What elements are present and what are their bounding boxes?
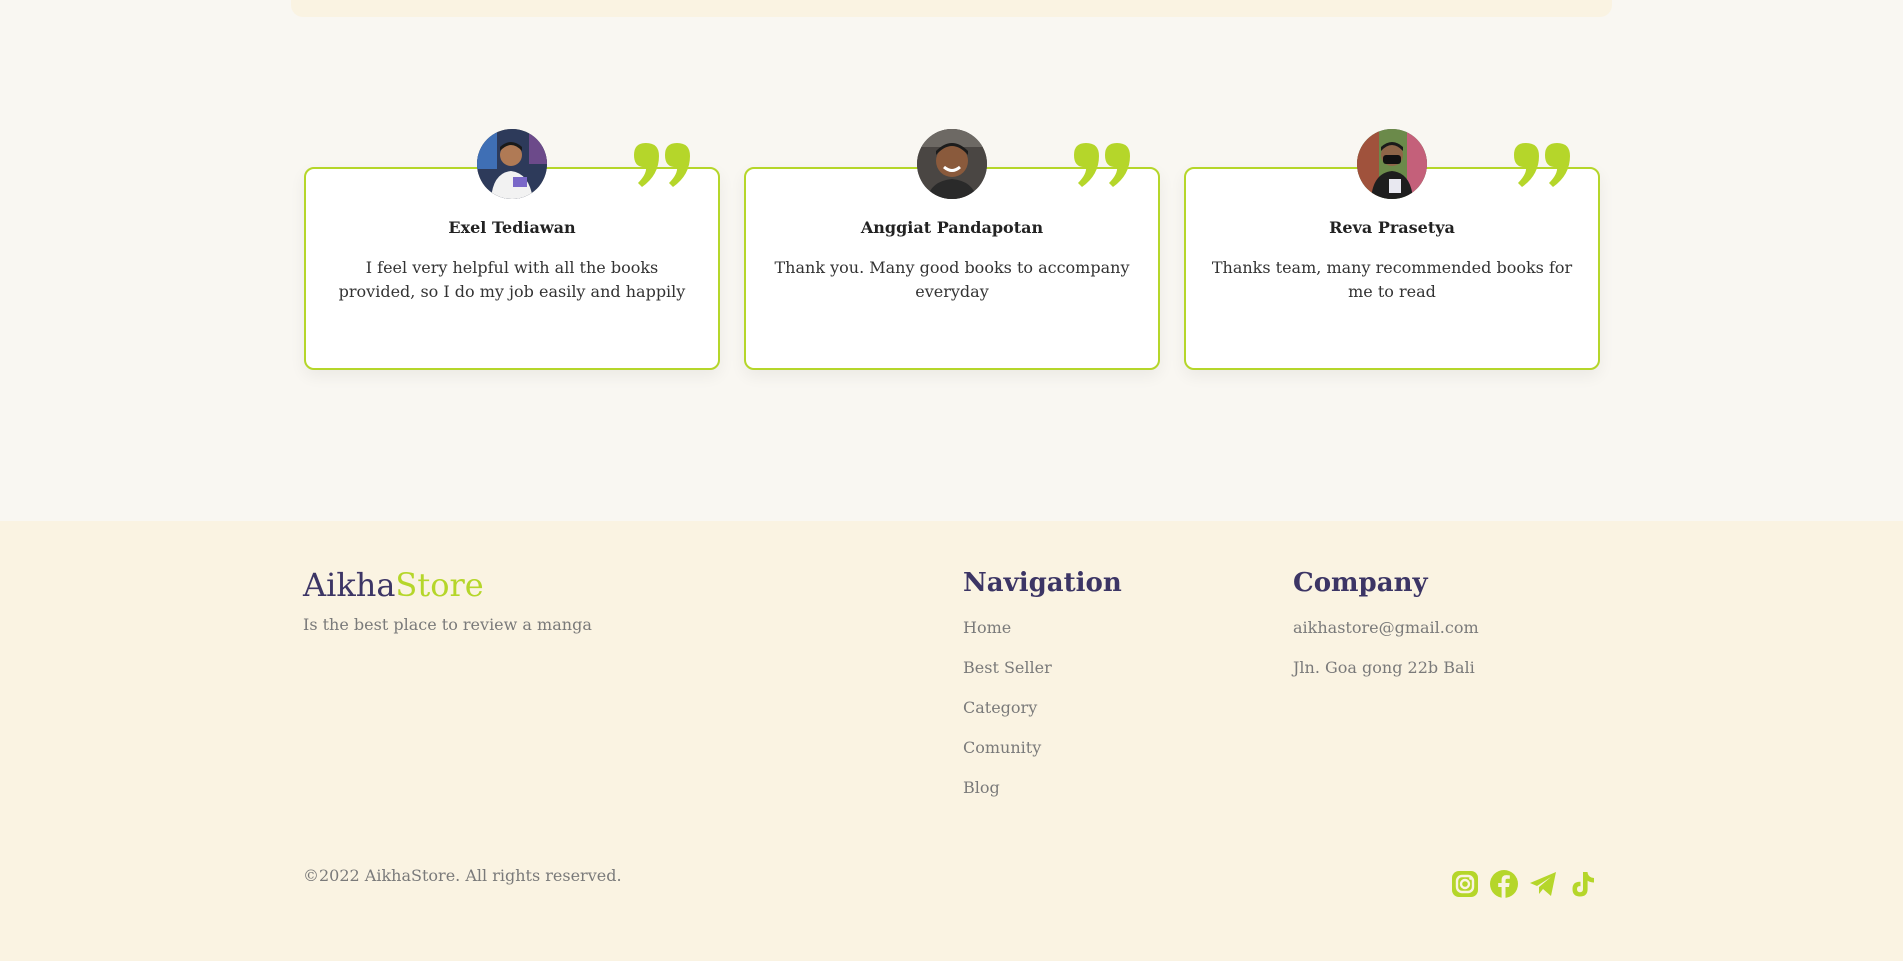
facebook-icon[interactable] bbox=[1489, 869, 1519, 899]
previous-section-edge bbox=[291, 0, 1612, 17]
testimonial-text: Thank you. Many good books to accompany … bbox=[774, 258, 1130, 301]
avatar bbox=[477, 129, 547, 199]
footer-link-best-seller[interactable]: Best Seller bbox=[963, 658, 1052, 677]
tiktok-icon[interactable] bbox=[1567, 869, 1597, 899]
brand-tagline: Is the best place to review a manga bbox=[303, 615, 592, 634]
testimonial-card: Exel Tediawan I feel very helpful with a… bbox=[304, 129, 720, 370]
quote-icon bbox=[1074, 143, 1130, 187]
company-address: Jln. Goa gong 22b Bali bbox=[1293, 658, 1475, 677]
testimonial-card: Anggiat Pandapotan Thank you. Many good … bbox=[744, 129, 1160, 370]
testimonial-name: Anggiat Pandapotan bbox=[860, 218, 1044, 237]
instagram-icon[interactable] bbox=[1450, 869, 1480, 899]
copyright-text: ©2022 AikhaStore. All rights reserved. bbox=[303, 866, 622, 885]
testimonial-card: Reva Prasetya Thanks team, many recommen… bbox=[1184, 129, 1600, 370]
telegram-icon[interactable] bbox=[1528, 869, 1558, 899]
avatar bbox=[917, 129, 987, 199]
site-footer: AikhaStore Is the best place to review a… bbox=[0, 521, 1903, 961]
navigation-heading: Navigation bbox=[963, 568, 1122, 598]
testimonial-text: I feel very helpful with all the books p… bbox=[338, 258, 686, 301]
company-email[interactable]: aikhastore@gmail.com bbox=[1293, 618, 1479, 637]
brand-name: Aikha bbox=[303, 566, 396, 604]
footer-link-comunity[interactable]: Comunity bbox=[963, 738, 1041, 757]
quote-icon bbox=[1514, 143, 1570, 187]
company-heading: Company bbox=[1293, 568, 1428, 598]
footer-link-blog[interactable]: Blog bbox=[963, 778, 1000, 797]
brand-logo[interactable]: AikhaStore bbox=[303, 566, 484, 604]
testimonial-name: Exel Tediawan bbox=[448, 218, 576, 237]
testimonials-section: Exel Tediawan I feel very helpful with a… bbox=[0, 17, 1903, 521]
footer-link-home[interactable]: Home bbox=[963, 618, 1011, 637]
avatar bbox=[1357, 129, 1427, 199]
brand-name-accent: Store bbox=[395, 566, 484, 604]
testimonial-name: Reva Prasetya bbox=[1329, 218, 1455, 237]
quote-icon bbox=[634, 143, 690, 187]
testimonial-text: Thanks team, many recommended books for … bbox=[1211, 258, 1573, 301]
footer-link-category[interactable]: Category bbox=[963, 698, 1037, 717]
